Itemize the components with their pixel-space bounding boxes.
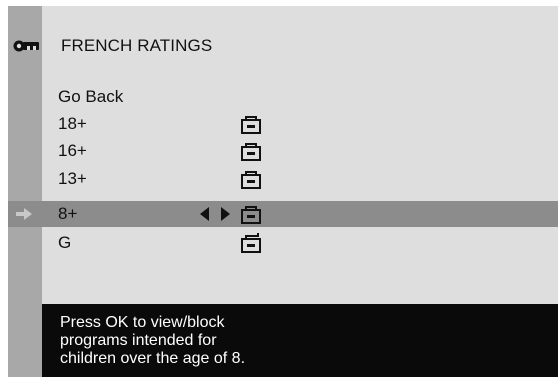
info-panel: Press OK to view/block programs intended… <box>42 304 558 377</box>
padlock-closed-icon <box>241 171 261 189</box>
menu-item-label: 8+ <box>58 204 78 223</box>
right-arrow-icon <box>16 208 32 220</box>
key-icon <box>13 40 39 52</box>
menu-item-label: Go Back <box>58 87 124 106</box>
menu-item-13-plus[interactable]: 13+ <box>8 166 558 192</box>
menu-item-18-plus[interactable]: 18+ <box>8 111 558 137</box>
menu-title: FRENCH RATINGS <box>61 36 213 55</box>
ratings-screen: FRENCH RATINGS Go Back 18+ 16+ 13+ 8+ G … <box>8 6 558 377</box>
padlock-closed-icon <box>241 206 261 224</box>
menu-item-8-plus[interactable]: 8+ <box>8 201 558 227</box>
info-line: Press OK to view/block <box>60 314 225 331</box>
menu-item-16-plus[interactable]: 16+ <box>8 138 558 164</box>
left-right-arrows-icon[interactable] <box>200 207 230 221</box>
menu-item-go-back[interactable]: Go Back <box>8 84 558 110</box>
menu-item-label: 13+ <box>58 169 87 188</box>
padlock-closed-icon <box>241 143 261 161</box>
padlock-closed-icon <box>241 116 261 134</box>
info-line: programs intended for <box>60 332 217 349</box>
menu-item-label: 16+ <box>58 141 87 160</box>
menu-item-g[interactable]: G <box>8 230 558 256</box>
menu-item-label: 18+ <box>58 114 87 133</box>
info-line: children over the age of 8. <box>60 350 246 367</box>
padlock-open-icon <box>241 233 261 253</box>
menu-item-label: G <box>58 233 72 252</box>
